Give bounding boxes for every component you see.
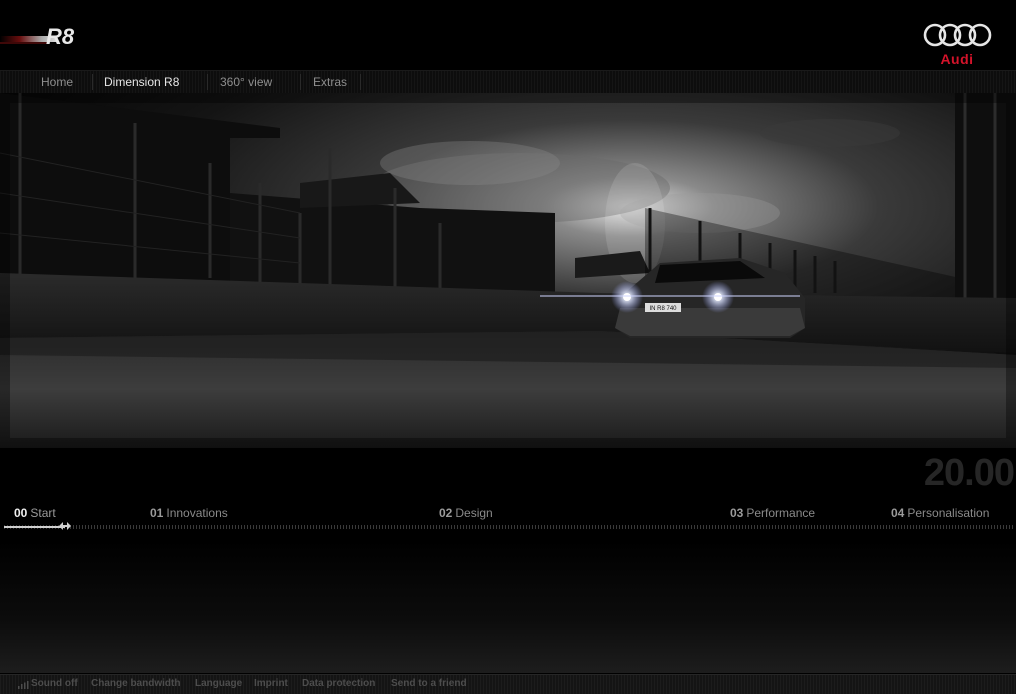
- chapter-design[interactable]: 02 Design: [439, 506, 493, 520]
- chapter-number: 01: [150, 506, 164, 520]
- content-area: [0, 540, 1016, 673]
- audi-rings-icon: [923, 23, 992, 47]
- chapter-performance[interactable]: 03 Performance: [730, 506, 815, 520]
- nav-divider: [360, 74, 361, 90]
- r8-logo[interactable]: R8: [0, 22, 115, 54]
- sound-bars-icon[interactable]: [18, 681, 29, 689]
- timeline-progress-bar: [4, 526, 65, 528]
- chapter-innovations[interactable]: 01 Innovations: [150, 506, 228, 520]
- data-protection-link[interactable]: Data protection: [302, 678, 375, 689]
- footer: Sound off Change bandwidth Language Impr…: [0, 674, 1016, 694]
- svg-text:R8: R8: [46, 24, 75, 49]
- chapter-personalisation[interactable]: 04 Personalisation: [891, 506, 989, 520]
- chapter-label: Design: [455, 506, 493, 520]
- audi-logo[interactable]: Audi: [922, 22, 992, 68]
- chapter-label: Innovations: [166, 506, 228, 520]
- chapter-start[interactable]: 00 Start: [14, 506, 56, 520]
- nav-item-extras[interactable]: Extras: [300, 71, 360, 93]
- nav-item-dimension-r8[interactable]: Dimension R8: [91, 71, 192, 93]
- language-link[interactable]: Language: [195, 678, 242, 689]
- elapsed-timer: 20.00: [923, 452, 1015, 494]
- chapter-label: Personalisation: [907, 506, 990, 520]
- hero-video-frame[interactable]: IN R8 740: [0, 93, 1016, 448]
- nav-item-360-view[interactable]: 360° view: [207, 71, 285, 93]
- change-bandwidth-link[interactable]: Change bandwidth: [91, 678, 180, 689]
- timeline-track[interactable]: [4, 525, 1014, 529]
- nav-item-home[interactable]: Home: [28, 71, 86, 93]
- chapter-label: Performance: [746, 506, 816, 520]
- imprint-link[interactable]: Imprint: [254, 678, 288, 689]
- chapter-number: 00: [14, 506, 28, 520]
- audi-wordmark: Audi: [940, 51, 974, 67]
- race-track-scene: IN R8 740: [0, 93, 1016, 448]
- chapter-number: 03: [730, 506, 744, 520]
- svg-text:IN R8 740: IN R8 740: [649, 306, 677, 312]
- chapter-label: Start: [30, 506, 56, 520]
- chapter-number: 02: [439, 506, 453, 520]
- header: R8 Audi: [0, 0, 1016, 70]
- chapter-number: 04: [891, 506, 905, 520]
- sound-off-link[interactable]: Sound off: [31, 678, 78, 689]
- timeline-scrubber-handle[interactable]: [59, 522, 71, 530]
- main-nav: Home Dimension R8 360° view Extras: [0, 70, 1016, 93]
- send-to-a-friend-link[interactable]: Send to a friend: [391, 678, 467, 689]
